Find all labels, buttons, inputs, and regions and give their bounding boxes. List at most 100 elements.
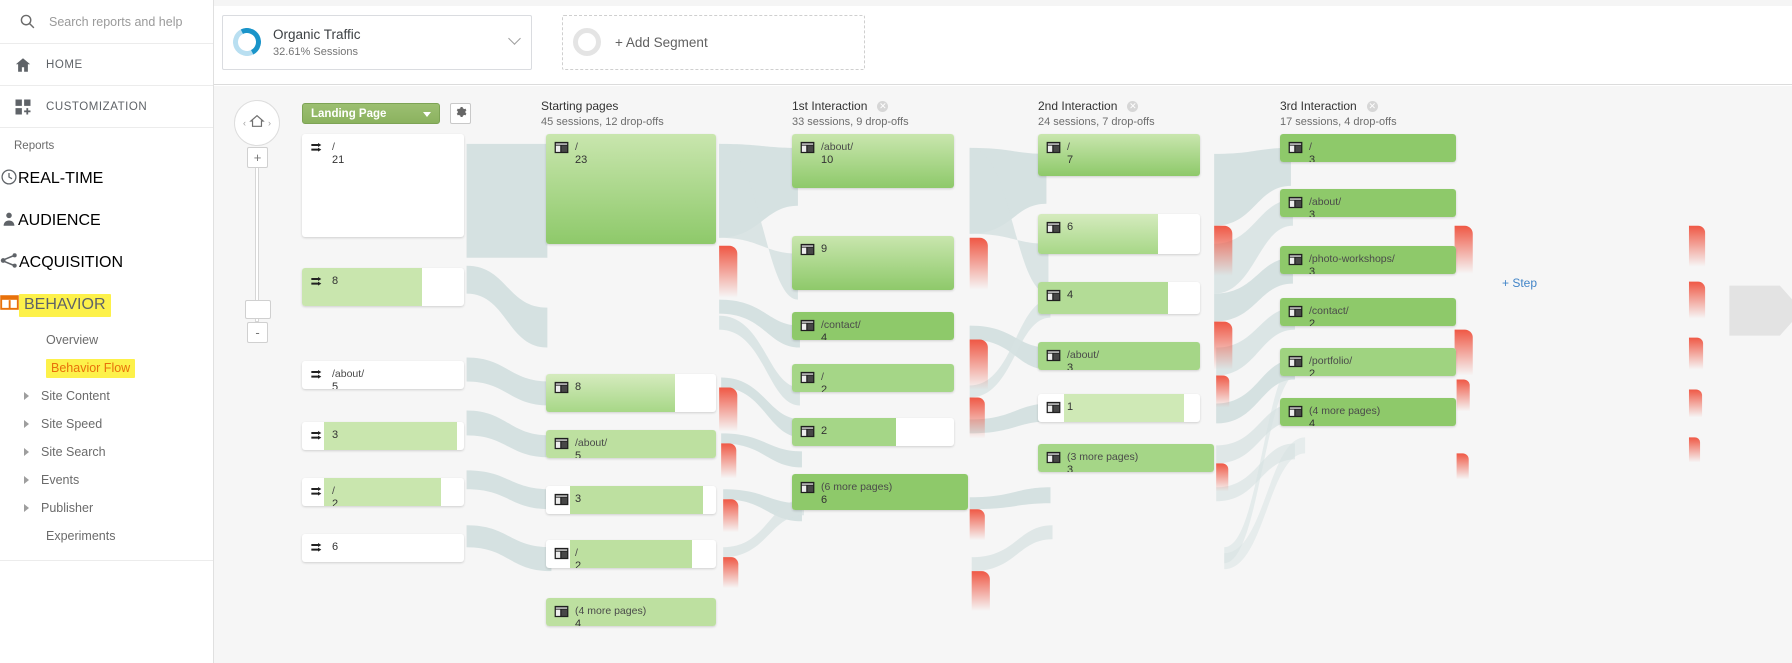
- page-icon: [554, 436, 569, 458]
- node-value: 2: [821, 385, 827, 392]
- flow-node[interactable]: 9: [792, 236, 954, 290]
- sidebar-item-home[interactable]: HOME: [0, 44, 213, 86]
- node-value: 3: [1309, 210, 1341, 217]
- column-header-starting-pages: Starting pages 45 sessions, 12 drop-offs: [541, 99, 664, 128]
- sidebar-item-behavior-flow[interactable]: Behavior Flow: [0, 354, 213, 382]
- sidebar-item-audience[interactable]: AUDIENCE: [0, 200, 213, 242]
- flow-node[interactable]: (3 more pages) 3: [1038, 444, 1214, 472]
- chevron-right-icon: [24, 392, 29, 400]
- flow-node[interactable]: /contact/ 4: [792, 312, 954, 340]
- node-page: /about/: [1067, 349, 1099, 361]
- flow-node[interactable]: (6 more pages) 6: [792, 474, 968, 510]
- flow-node[interactable]: / 23: [546, 134, 716, 244]
- pan-left-icon[interactable]: ‹: [243, 118, 246, 128]
- page-icon: [1046, 140, 1061, 166]
- zoom-out-button[interactable]: -: [247, 322, 268, 343]
- zoom-slider-handle[interactable]: [245, 300, 271, 319]
- sidebar-item-overview[interactable]: Overview: [0, 326, 213, 354]
- node-value: 23: [575, 155, 587, 166]
- page-icon: [554, 140, 569, 166]
- sidebar-item-publisher[interactable]: Publisher: [0, 494, 213, 522]
- flow-settings-button[interactable]: [450, 103, 471, 124]
- sidebar-item-realtime[interactable]: REAL-TIME: [0, 158, 213, 200]
- sidebar-item-overview-label: Overview: [46, 333, 98, 347]
- flow-node[interactable]: /photo-workshops/ 3: [1280, 246, 1456, 274]
- flow-node[interactable]: /about/ 3: [1038, 342, 1200, 370]
- node-value: 5: [332, 382, 364, 389]
- flow-node[interactable]: 1: [1038, 394, 1200, 422]
- flow-node[interactable]: (4 more pages) 4: [1280, 398, 1456, 426]
- sidebar: HOME CUSTOMIZATION Reports REAL-TIME: [0, 0, 214, 663]
- flow-node[interactable]: / 2: [302, 478, 464, 506]
- top-strip: [214, 0, 1792, 6]
- sidebar-item-site-speed-label: Site Speed: [41, 417, 102, 431]
- landing-page-icon: [310, 540, 326, 561]
- dimension-select[interactable]: Landing Page: [302, 103, 440, 124]
- flow-node[interactable]: / 2: [792, 364, 954, 392]
- node-value: 9: [821, 244, 827, 255]
- sidebar-item-customization[interactable]: CUSTOMIZATION: [0, 86, 213, 128]
- node-page: /contact/: [821, 319, 861, 331]
- zoom-slider-track[interactable]: [255, 150, 259, 322]
- flow-node[interactable]: / 7: [1038, 134, 1200, 176]
- sidebar-item-site-content[interactable]: Site Content: [0, 382, 213, 410]
- add-step-button[interactable]: + Step: [1502, 276, 1537, 290]
- flow-node[interactable]: /about/ 3: [1280, 189, 1456, 217]
- column-title: 3rd Interaction✕: [1280, 99, 1397, 113]
- add-segment-button[interactable]: + Add Segment: [562, 15, 865, 70]
- remove-step-icon[interactable]: ✕: [1367, 101, 1378, 112]
- flow-node[interactable]: /portfolio/ 2: [1280, 348, 1456, 376]
- flow-node[interactable]: /about/ 5: [302, 361, 464, 389]
- flow-node[interactable]: /contact/ 2: [1280, 298, 1456, 326]
- node-value: 5: [575, 451, 607, 458]
- chevron-down-icon[interactable]: [508, 32, 521, 45]
- search-row[interactable]: [0, 0, 213, 44]
- flow-node[interactable]: 3: [546, 486, 716, 514]
- sidebar-divider: [0, 560, 213, 561]
- sidebar-item-site-search[interactable]: Site Search: [0, 438, 213, 466]
- flow-node[interactable]: 6: [1038, 214, 1200, 254]
- sidebar-item-acquisition[interactable]: ACQUISITION: [0, 242, 213, 284]
- node-page: (6 more pages): [821, 481, 892, 493]
- chevron-right-icon: [24, 420, 29, 428]
- flow-node[interactable]: 8: [302, 268, 464, 306]
- add-segment-label: + Add Segment: [615, 35, 708, 50]
- flow-node[interactable]: 6: [302, 534, 464, 562]
- node-page: /photo-workshops/: [1309, 253, 1395, 265]
- node-value: 3: [1309, 155, 1315, 162]
- zoom-in-button[interactable]: +: [247, 147, 268, 168]
- flow-node[interactable]: 4: [1038, 282, 1200, 314]
- flow-node[interactable]: (4 more pages) 4: [546, 598, 716, 626]
- column-subtitle: 45 sessions, 12 drop-offs: [541, 116, 664, 128]
- behavior-flow-canvas[interactable]: Landing Page ‹ › +: [214, 86, 1792, 663]
- page-icon: [800, 424, 815, 444]
- segment-organic-traffic[interactable]: Organic Traffic 32.61% Sessions: [222, 15, 532, 70]
- sidebar-item-publisher-label: Publisher: [41, 501, 93, 515]
- page-icon: [554, 492, 569, 512]
- column-title: 2nd Interaction✕: [1038, 99, 1155, 113]
- donut-empty-icon: [573, 28, 601, 56]
- flow-node[interactable]: 2: [792, 418, 954, 446]
- sidebar-item-behavior[interactable]: BEHAVIOR: [0, 284, 213, 326]
- flow-node[interactable]: / 2: [546, 540, 716, 568]
- node-value: 1: [1067, 402, 1073, 413]
- flow-node[interactable]: /about/ 10: [792, 134, 954, 188]
- chevron-right-icon: [24, 448, 29, 456]
- sidebar-item-experiments[interactable]: Experiments: [0, 522, 213, 550]
- flow-node[interactable]: /about/ 5: [546, 430, 716, 458]
- sidebar-item-events[interactable]: Events: [0, 466, 213, 494]
- flow-node[interactable]: / 3: [1280, 134, 1456, 162]
- pan-right-icon[interactable]: ›: [268, 118, 271, 128]
- flow-home-button[interactable]: ‹ ›: [234, 100, 280, 146]
- flow-node[interactable]: / 21: [302, 134, 464, 237]
- page-icon: [1046, 220, 1061, 240]
- flow-node[interactable]: 8: [546, 374, 716, 412]
- node-value: 4: [821, 333, 861, 340]
- sidebar-item-site-speed[interactable]: Site Speed: [0, 410, 213, 438]
- page-icon: [1046, 400, 1061, 420]
- search-input[interactable]: [44, 15, 194, 29]
- flow-node[interactable]: 3: [302, 422, 464, 450]
- node-page: /portfolio/: [1309, 355, 1352, 367]
- remove-step-icon[interactable]: ✕: [877, 101, 888, 112]
- remove-step-icon[interactable]: ✕: [1127, 101, 1138, 112]
